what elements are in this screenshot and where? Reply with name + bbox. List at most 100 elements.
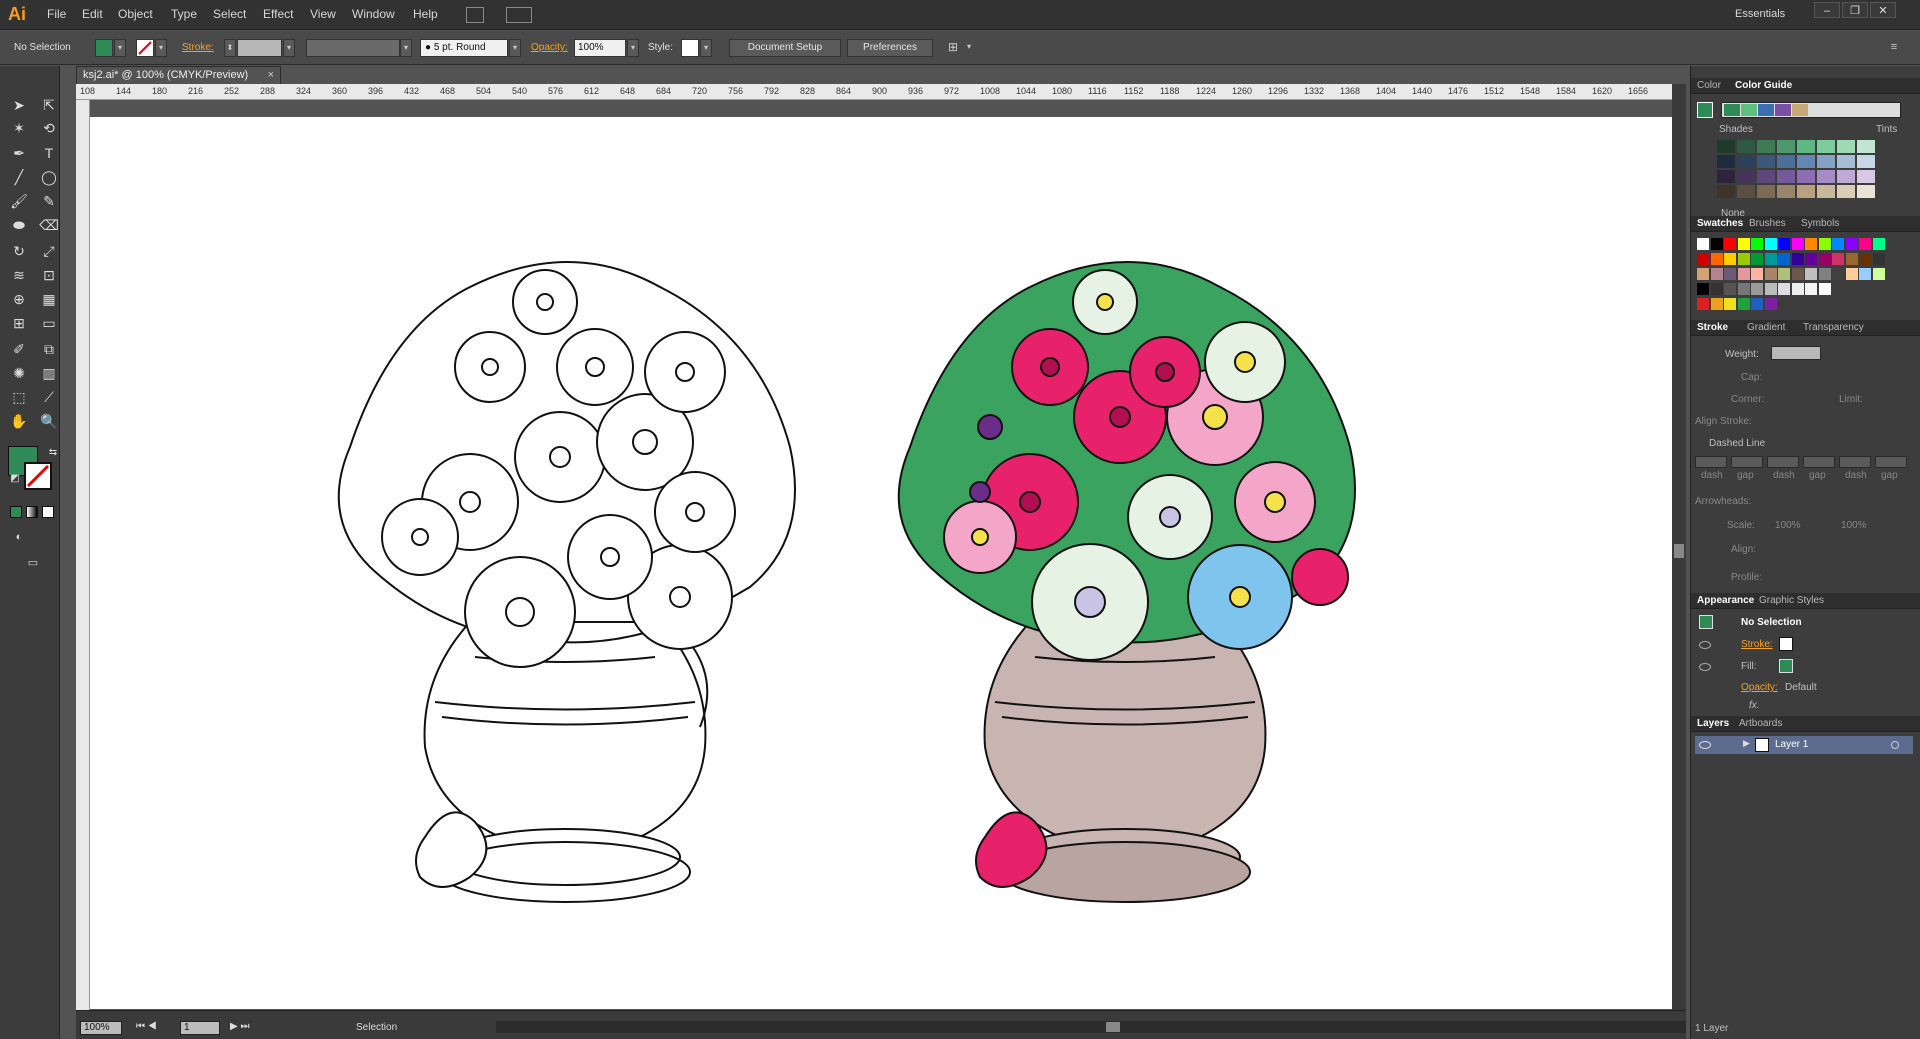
dash-gap-fields[interactable]: dash gap dash gap dash gap	[1695, 456, 1917, 484]
dash-field[interactable]	[1695, 456, 1727, 468]
color-swatch[interactable]	[1791, 283, 1804, 295]
shade-swatch[interactable]	[1737, 140, 1755, 153]
eye-icon[interactable]	[1699, 741, 1711, 749]
menu-edit[interactable]: Edit	[82, 7, 103, 21]
target-icon[interactable]	[1891, 741, 1899, 749]
color-swatch[interactable]	[1710, 283, 1723, 295]
tab-transparency[interactable]: Transparency	[1803, 322, 1864, 333]
shade-swatch[interactable]	[1717, 155, 1735, 168]
shade-swatch[interactable]	[1817, 185, 1835, 198]
workspace-switcher[interactable]: Essentials	[1735, 8, 1785, 20]
magic-wand-icon[interactable]: ✶	[8, 117, 30, 139]
shape-builder-icon[interactable]: ⊕	[8, 288, 30, 310]
lasso-icon[interactable]: ⟲	[38, 117, 60, 139]
color-swatch[interactable]	[1818, 268, 1831, 280]
guide-color-swatch[interactable]	[1758, 104, 1774, 116]
stroke-weight-dropdown[interactable]: ▾	[283, 39, 295, 57]
color-swatch[interactable]	[1872, 238, 1885, 250]
tab-swatches[interactable]: Swatches	[1697, 218, 1743, 229]
shade-swatch[interactable]	[1737, 185, 1755, 198]
guide-color-swatch[interactable]	[1741, 104, 1757, 116]
selection-tool-icon[interactable]: ➤	[8, 94, 30, 116]
color-swatch[interactable]	[1751, 253, 1763, 265]
zoom-field[interactable]: 100%	[80, 1021, 122, 1035]
color-swatch[interactable]	[1697, 268, 1709, 280]
screen-mode-icon[interactable]: ▭	[22, 552, 44, 574]
opacity-label[interactable]: Opacity:	[531, 42, 568, 53]
color-swatch[interactable]	[1737, 298, 1750, 310]
shade-swatch[interactable]	[1777, 170, 1795, 183]
canvas-area[interactable]	[90, 100, 1672, 1010]
shade-swatch[interactable]	[1797, 170, 1815, 183]
color-swatch[interactable]	[1697, 238, 1709, 250]
color-swatch[interactable]	[1859, 268, 1871, 280]
stroke-color-box[interactable]	[24, 462, 52, 490]
appearance-fill-swatch[interactable]	[1779, 659, 1793, 673]
document-tab[interactable]: ksj2.ai* @ 100% (CMYK/Preview) ×	[76, 66, 281, 84]
color-swatch[interactable]	[1778, 268, 1790, 280]
guide-color-swatch[interactable]	[1775, 104, 1791, 116]
color-swatch[interactable]	[1778, 238, 1790, 250]
profile-dropdown[interactable]: ▾	[400, 39, 412, 57]
guide-color-swatch[interactable]	[1792, 104, 1808, 116]
color-swatch[interactable]	[1859, 238, 1871, 250]
color-swatch[interactable]	[1724, 253, 1736, 265]
opacity-dropdown[interactable]: ▾	[627, 39, 639, 57]
artboard-number[interactable]: 1	[180, 1021, 220, 1035]
shade-swatch[interactable]	[1817, 155, 1835, 168]
menu-effect[interactable]: Effect	[263, 7, 293, 21]
color-swatch[interactable]	[1832, 268, 1844, 280]
color-swatch[interactable]	[1737, 268, 1750, 280]
fill-color-swatch[interactable]	[95, 39, 113, 57]
next-artboard-icon[interactable]: ▶ ⏭	[230, 1021, 249, 1032]
color-swatch[interactable]	[1791, 238, 1804, 250]
shade-swatch[interactable]	[1817, 140, 1835, 153]
shade-swatch[interactable]	[1797, 155, 1815, 168]
color-swatch[interactable]	[1751, 283, 1763, 295]
color-swatch[interactable]	[1710, 253, 1723, 265]
tab-brushes[interactable]: Brushes	[1749, 218, 1786, 229]
color-swatch[interactable]	[1818, 253, 1831, 265]
color-swatch[interactable]	[1764, 253, 1777, 265]
tab-symbols[interactable]: Symbols	[1801, 218, 1839, 229]
paintbrush-icon[interactable]: 🖌	[8, 190, 30, 212]
gradient-tool-icon[interactable]: ▭	[38, 312, 60, 334]
stroke-dropdown[interactable]: ▾	[155, 39, 167, 57]
scale-start[interactable]: 100%	[1775, 520, 1801, 531]
color-swatch[interactable]	[1791, 253, 1804, 265]
color-swatch[interactable]	[1724, 238, 1736, 250]
color-swatch[interactable]	[1751, 298, 1763, 310]
align-dropdown[interactable]: ▾	[963, 39, 975, 57]
color-swatch[interactable]	[1845, 253, 1858, 265]
eye-icon[interactable]	[1699, 641, 1711, 649]
current-tool-status[interactable]: Selection	[356, 1022, 397, 1033]
eyedropper-icon[interactable]: ✐	[8, 338, 30, 360]
artboard[interactable]	[90, 117, 1672, 1009]
menu-type[interactable]: Type	[171, 7, 197, 21]
shade-swatch[interactable]	[1737, 155, 1755, 168]
stroke-weight-stepper[interactable]: ⬍	[224, 39, 236, 57]
appearance-opacity-label[interactable]: Opacity:	[1741, 682, 1778, 693]
color-swatch[interactable]	[1805, 253, 1817, 265]
weight-field[interactable]	[1771, 346, 1821, 360]
blob-brush-icon[interactable]: ⬬	[8, 214, 30, 236]
shade-swatch[interactable]	[1837, 140, 1855, 153]
color-swatch[interactable]	[1697, 253, 1709, 265]
graph-tool-icon[interactable]: ▥	[38, 362, 60, 384]
warp-tool-icon[interactable]: ≋	[8, 264, 30, 286]
align-icon[interactable]: ⊞	[943, 39, 963, 57]
color-swatch[interactable]	[1764, 283, 1777, 295]
color-swatch[interactable]	[1805, 238, 1817, 250]
color-swatch[interactable]	[1764, 298, 1777, 310]
shade-swatch[interactable]	[1817, 170, 1835, 183]
color-swatch[interactable]	[1832, 253, 1844, 265]
direct-selection-tool-icon[interactable]: ⇱	[38, 94, 60, 116]
color-swatch[interactable]	[1872, 253, 1885, 265]
minimize-button[interactable]: –	[1814, 2, 1840, 18]
tab-artboards[interactable]: Artboards	[1739, 718, 1782, 729]
color-swatch[interactable]	[1737, 283, 1750, 295]
preferences-button[interactable]: Preferences	[847, 39, 933, 57]
color-swatch[interactable]	[1818, 238, 1831, 250]
scale-tool-icon[interactable]: ⤢	[38, 240, 60, 262]
swatches-grid[interactable]	[1695, 236, 1917, 326]
